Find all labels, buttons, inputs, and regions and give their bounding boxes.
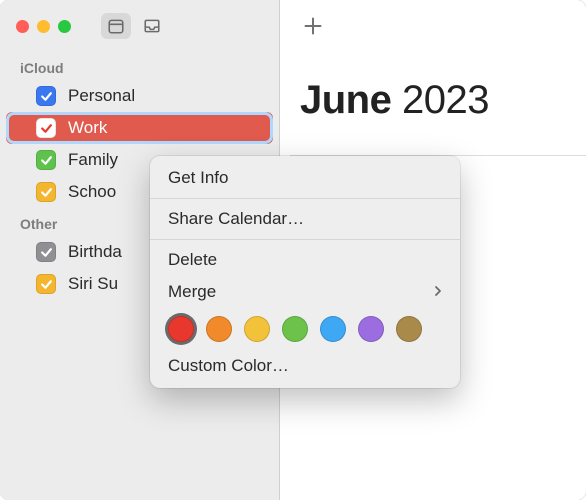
checkmark-icon: [40, 186, 53, 199]
plus-icon: [303, 16, 323, 36]
month-title: June 2023: [300, 78, 489, 123]
calendar-label: Schoo: [68, 182, 116, 202]
color-swatch-yellow[interactable]: [244, 316, 270, 342]
menu-item-merge[interactable]: Merge: [150, 276, 460, 308]
calendar-item-personal[interactable]: Personal: [0, 80, 279, 112]
tray-icon: [143, 17, 161, 35]
chevron-right-icon: [434, 282, 442, 302]
year-label: 2023: [402, 78, 489, 122]
calendar-label: Birthda: [68, 242, 122, 262]
menu-item-label: Custom Color…: [168, 356, 289, 376]
checkbox-siri[interactable]: [36, 274, 56, 294]
inbox-button[interactable]: [137, 13, 167, 39]
color-swatch-orange[interactable]: [206, 316, 232, 342]
calendar-icon: [107, 17, 125, 35]
menu-item-label: Share Calendar…: [168, 209, 304, 229]
color-swatch-purple[interactable]: [358, 316, 384, 342]
minimize-window-button[interactable]: [37, 20, 50, 33]
color-swatch-blue[interactable]: [320, 316, 346, 342]
menu-item-label: Merge: [168, 282, 216, 302]
menu-separator: [150, 198, 460, 199]
close-window-button[interactable]: [16, 20, 29, 33]
calendar-label: Personal: [68, 86, 135, 106]
checkmark-icon: [40, 90, 53, 103]
color-swatch-brown[interactable]: [396, 316, 422, 342]
calendar-view-button[interactable]: [101, 13, 131, 39]
checkmark-icon: [40, 278, 53, 291]
zoom-window-button[interactable]: [58, 20, 71, 33]
sidebar-section-icloud: iCloud: [0, 52, 279, 80]
checkmark-icon: [40, 246, 53, 259]
checkbox-work[interactable]: [36, 118, 56, 138]
menu-item-share-calendar[interactable]: Share Calendar…: [150, 203, 460, 235]
main-toolbar: [280, 0, 586, 52]
checkbox-birthdays[interactable]: [36, 242, 56, 262]
month-label: June: [300, 78, 391, 122]
checkmark-icon: [40, 154, 53, 167]
menu-item-delete[interactable]: Delete: [150, 244, 460, 276]
titlebar: [0, 0, 279, 52]
calendar-item-work[interactable]: Work: [6, 112, 273, 144]
calendar-label: Work: [68, 118, 107, 138]
checkbox-personal[interactable]: [36, 86, 56, 106]
menu-item-label: Get Info: [168, 168, 228, 188]
checkbox-school[interactable]: [36, 182, 56, 202]
menu-item-custom-color[interactable]: Custom Color…: [150, 350, 460, 382]
menu-item-label: Delete: [168, 250, 217, 270]
menu-item-get-info[interactable]: Get Info: [150, 162, 460, 194]
calendar-label: Family: [68, 150, 118, 170]
context-menu: Get Info Share Calendar… Delete Merge Cu…: [150, 156, 460, 388]
menu-color-picker: [150, 308, 460, 350]
add-event-button[interactable]: [300, 13, 326, 39]
checkbox-family[interactable]: [36, 150, 56, 170]
window-controls: [16, 20, 71, 33]
color-swatch-green[interactable]: [282, 316, 308, 342]
color-swatch-red[interactable]: [168, 316, 194, 342]
menu-separator: [150, 239, 460, 240]
checkmark-icon: [40, 122, 53, 135]
calendar-label: Siri Su: [68, 274, 118, 294]
